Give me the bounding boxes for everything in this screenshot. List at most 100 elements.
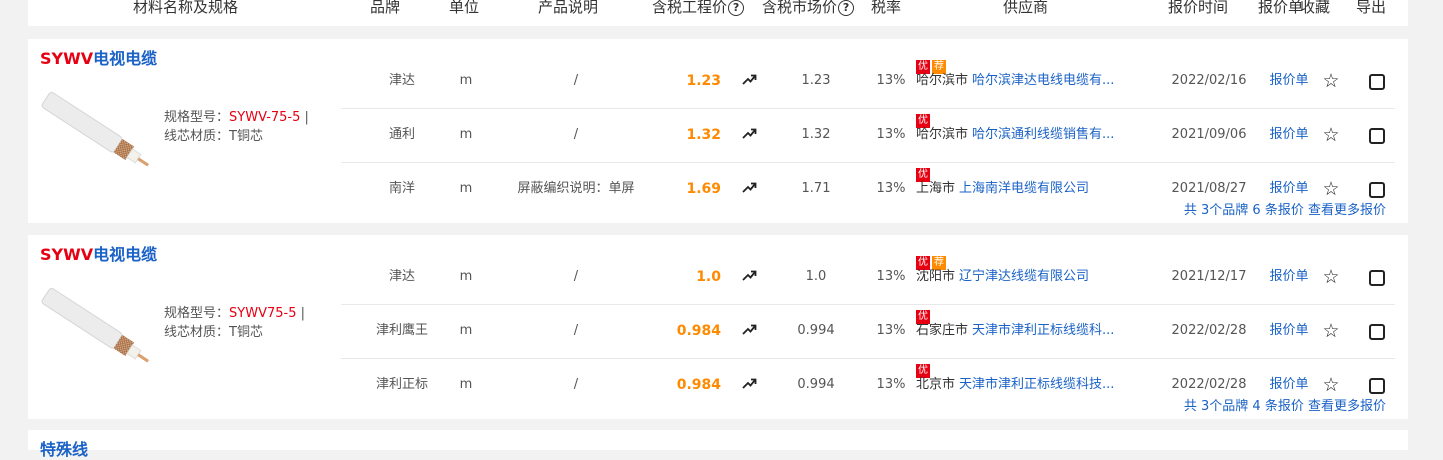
- product-title[interactable]: 特殊线: [40, 436, 88, 460]
- supplier-city: 北京市: [916, 377, 956, 392]
- quote-sheet-link[interactable]: 报价单: [1264, 108, 1314, 162]
- product-name[interactable]: 电视电缆: [93, 49, 157, 68]
- quote-summary[interactable]: 共 3个品牌 4 条报价: [1184, 399, 1304, 414]
- brand-cell: 通利: [388, 127, 415, 142]
- unit-cell: m: [459, 323, 473, 338]
- quote-summary[interactable]: 共 3个品牌 6 条报价: [1184, 203, 1304, 218]
- export-checkbox[interactable]: [1367, 54, 1387, 108]
- star-icon[interactable]: ☆: [1321, 250, 1341, 304]
- core-value: T铜芯: [229, 129, 263, 144]
- supplier-city: 石家庄市: [916, 323, 969, 338]
- brand-cell: 津达: [388, 73, 415, 88]
- supplier-city: 上海市: [916, 181, 956, 196]
- market-price: 1.71: [801, 181, 831, 196]
- quote-date: 2021/09/06: [1171, 127, 1247, 142]
- supplier-link[interactable]: 哈尔滨津达电线电缆有...: [972, 73, 1114, 88]
- supplier-link[interactable]: 天津市津利正标线缆科...: [972, 323, 1114, 338]
- unit-cell: m: [459, 181, 473, 196]
- spec-value: SYWV-75-5: [229, 110, 301, 125]
- product-code[interactable]: SYWV: [40, 49, 93, 68]
- tax-rate: 13%: [876, 269, 906, 284]
- header-supplier: 供应商: [1003, 0, 1049, 16]
- help-icon[interactable]: ?: [728, 0, 745, 16]
- market-price: 1.23: [801, 73, 831, 88]
- product-title[interactable]: SYWV电视电缆: [40, 45, 157, 69]
- quote-date: 2022/02/28: [1171, 323, 1247, 338]
- taxed-price: 1.69: [686, 181, 721, 197]
- trend-icon[interactable]: [739, 250, 759, 304]
- view-more-link[interactable]: 查看更多报价: [1308, 203, 1386, 218]
- header-export: 导出: [1356, 0, 1387, 16]
- cable-image[interactable]: [40, 285, 154, 371]
- tax-rate: 13%: [876, 323, 906, 338]
- supplier-cell: 优 上海市 上海南洋电缆有限公司: [916, 162, 1146, 216]
- unit-cell: m: [459, 377, 473, 392]
- product-card: SYWV电视电缆 规格型号：SYWV75-5 | 线芯材质：T铜芯 津达 m /: [28, 235, 1408, 419]
- taxed-price: 1.32: [686, 127, 721, 143]
- brand-cell: 津达: [388, 269, 415, 284]
- supplier-cell: 优 石家庄市 天津市津利正标线缆科...: [916, 304, 1146, 358]
- trend-icon[interactable]: [739, 358, 759, 412]
- header-brand: 品牌: [370, 0, 401, 16]
- quote-sheet-link[interactable]: 报价单: [1264, 304, 1314, 358]
- table-header: 材料名称及规格 品牌 单位 产品说明 含税工程价? 含税市场价? 税率 供应商 …: [28, 0, 1408, 26]
- view-more-link[interactable]: 查看更多报价: [1308, 399, 1386, 414]
- desc-cell: /: [573, 127, 579, 142]
- export-checkbox[interactable]: [1367, 250, 1387, 304]
- card-footer: 共 3个品牌 4 条报价 查看更多报价: [1184, 395, 1386, 414]
- supplier-city: 沈阳市: [916, 269, 956, 284]
- header-quote-sheet: 报价单: [1258, 0, 1304, 16]
- star-icon[interactable]: ☆: [1321, 108, 1341, 162]
- export-checkbox[interactable]: [1367, 108, 1387, 162]
- supplier-cell: 优 北京市 天津市津利正标线缆科技...: [916, 358, 1146, 412]
- desc-cell: 屏蔽编织说明：单屏: [517, 181, 635, 196]
- supplier-link[interactable]: 辽宁津达线缆有限公司: [959, 269, 1089, 284]
- product-name[interactable]: 电视电缆: [93, 245, 157, 264]
- unit-cell: m: [459, 73, 473, 88]
- supplier-link[interactable]: 上海南洋电缆有限公司: [959, 181, 1089, 196]
- spec-value: SYWV75-5: [229, 306, 297, 321]
- trend-icon[interactable]: [739, 162, 759, 216]
- cable-image[interactable]: [40, 89, 154, 175]
- star-icon[interactable]: ☆: [1321, 304, 1341, 358]
- taxed-price: 1.0: [696, 269, 721, 285]
- quote-date: 2021/12/17: [1171, 269, 1247, 284]
- market-price: 1.0: [805, 269, 827, 284]
- supplier-cell: 优荐 沈阳市 辽宁津达线缆有限公司: [916, 250, 1146, 304]
- product-title[interactable]: SYWV电视电缆: [40, 241, 157, 265]
- taxed-price: 1.23: [686, 73, 721, 89]
- brand-cell: 津利正标: [375, 377, 428, 392]
- star-icon[interactable]: ☆: [1321, 54, 1341, 108]
- supplier-link[interactable]: 天津市津利正标线缆科技...: [959, 377, 1114, 392]
- tax-rate: 13%: [876, 127, 906, 142]
- trend-icon[interactable]: [739, 54, 759, 108]
- header-quote-time: 报价时间: [1168, 0, 1229, 16]
- market-price: 1.32: [801, 127, 831, 142]
- trend-icon[interactable]: [739, 304, 759, 358]
- desc-cell: /: [573, 323, 579, 338]
- unit-cell: m: [459, 269, 473, 284]
- supplier-cell: 优 哈尔滨市 哈尔滨通利线缆销售有...: [916, 108, 1146, 162]
- header-market-price[interactable]: 含税市场价?: [762, 0, 855, 17]
- quote-row: 津利鹰王 m / 0.984 0.994 13% 优 石家庄市 天津市津利正标线缆…: [341, 304, 1395, 359]
- product-code[interactable]: SYWV: [40, 245, 93, 264]
- header-taxed-price[interactable]: 含税工程价?: [652, 0, 745, 17]
- trend-icon[interactable]: [739, 108, 759, 162]
- quote-row: 津达 m / 1.23 1.23 13% 优荐 哈尔滨市 哈尔滨津达电线电缆有..…: [341, 54, 1395, 109]
- product-spec: 规格型号：SYWV75-5 | 线芯材质：T铜芯: [164, 306, 305, 340]
- quote-sheet-link[interactable]: 报价单: [1264, 250, 1314, 304]
- help-icon[interactable]: ?: [838, 0, 855, 16]
- supplier-city: 哈尔滨市: [916, 73, 969, 88]
- export-checkbox[interactable]: [1367, 304, 1387, 358]
- tax-rate: 13%: [876, 181, 906, 196]
- supplier-link[interactable]: 哈尔滨通利线缆销售有...: [972, 127, 1114, 142]
- tax-rate: 13%: [876, 73, 906, 88]
- header-favorite: 收藏: [1300, 0, 1331, 16]
- desc-cell: /: [573, 269, 579, 284]
- core-value: T铜芯: [229, 325, 263, 340]
- header-unit: 单位: [449, 0, 480, 16]
- quote-row: 津达 m / 1.0 1.0 13% 优荐 沈阳市 辽宁津达线缆有限公司 2021…: [341, 250, 1395, 305]
- header-desc: 产品说明: [538, 0, 599, 16]
- quote-sheet-link[interactable]: 报价单: [1264, 54, 1314, 108]
- brand-cell: 津利鹰王: [375, 323, 428, 338]
